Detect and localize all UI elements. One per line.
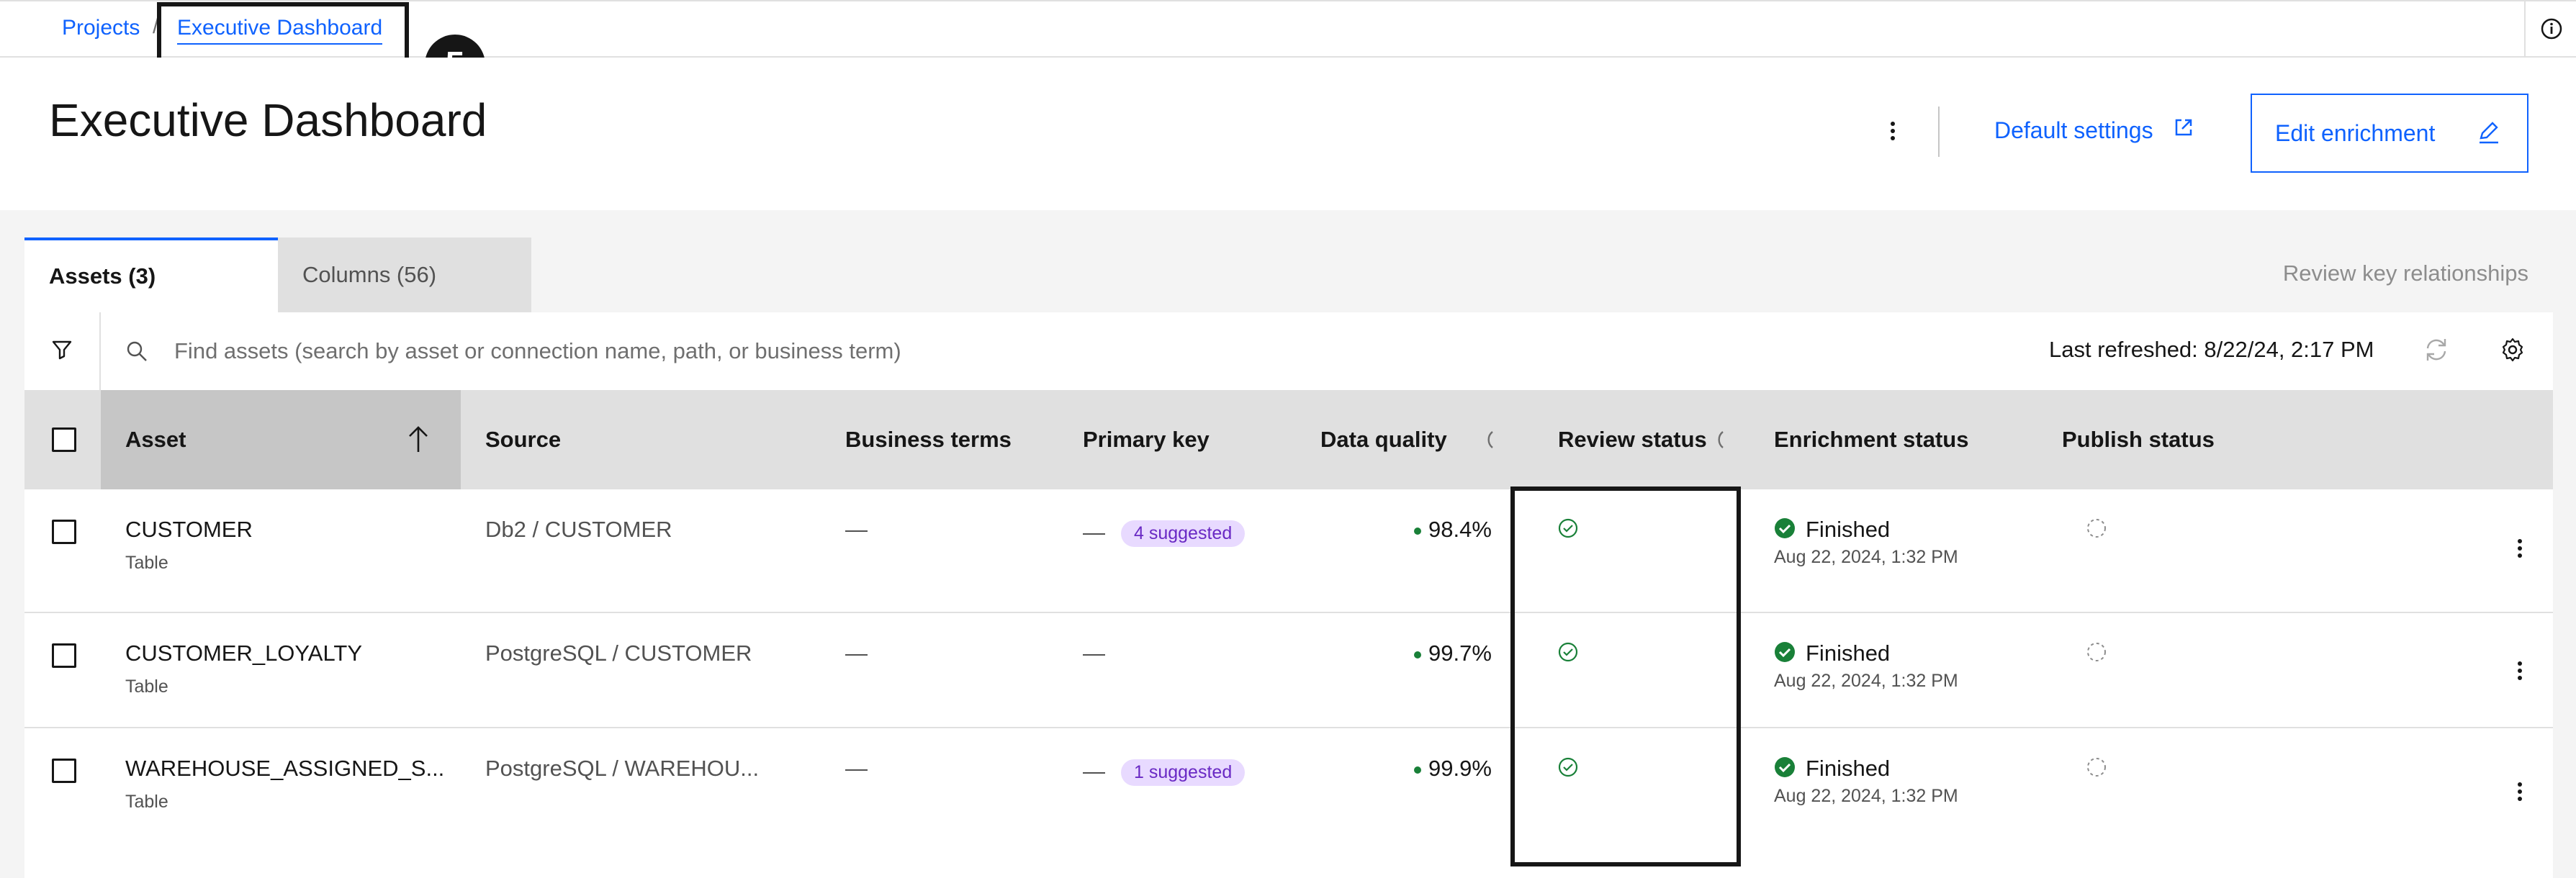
data-quality-cell: 99.9% xyxy=(1414,756,1492,782)
primary-key-cell: — 4 suggested xyxy=(1083,520,1246,548)
asset-name[interactable]: CUSTOMER_LOYALTY xyxy=(125,641,362,666)
enrichment-status-text: Finished xyxy=(1806,641,1891,666)
data-quality-value: 99.7% xyxy=(1428,641,1492,666)
checkmark-filled-icon xyxy=(1774,641,1796,669)
primary-key-value: — xyxy=(1083,520,1105,545)
asset-search-input[interactable] xyxy=(174,327,1974,376)
row-checkbox-cell xyxy=(52,643,76,668)
row-overflow-menu-icon[interactable] xyxy=(2514,779,2526,810)
filter-icon xyxy=(50,338,73,365)
launch-icon xyxy=(2172,116,2195,145)
checkmark-filled-icon xyxy=(1774,756,1796,784)
data-quality-cell: 99.7% xyxy=(1414,641,1492,666)
column-header-business-terms[interactable]: Business terms xyxy=(845,390,1012,489)
column-header-source[interactable]: Source xyxy=(485,390,561,489)
default-settings-button[interactable]: Default settings xyxy=(1994,105,2195,155)
pencil-icon xyxy=(2477,121,2501,151)
checkmark-outline-icon xyxy=(1557,517,1580,546)
row-overflow-menu-icon[interactable] xyxy=(2514,535,2526,567)
topbar-divider xyxy=(2524,1,2526,58)
suggested-tag[interactable]: 1 suggested xyxy=(1121,759,1246,787)
row-checkbox-cell xyxy=(52,759,76,783)
enrichment-status-text: Finished xyxy=(1806,756,1891,781)
checkmark-filled-icon xyxy=(1774,517,1796,545)
enrichment-date: Aug 22, 2024, 1:32 PM xyxy=(1774,786,1958,806)
breadcrumb-highlight-box xyxy=(157,2,409,65)
asset-name[interactable]: CUSTOMER xyxy=(125,517,253,543)
business-terms-value: — xyxy=(845,641,868,666)
review-status-info-icon[interactable] xyxy=(1715,390,1725,489)
page-header: Executive Dashboard Default settings Edi… xyxy=(0,58,2576,210)
gear-icon[interactable] xyxy=(2500,337,2526,366)
overflow-menu-icon[interactable] xyxy=(1882,117,1904,145)
checkmark-outline-icon xyxy=(1557,756,1580,784)
enrichment-status-text: Finished xyxy=(1806,517,1891,542)
business-terms-value: — xyxy=(845,517,868,542)
quality-status-dot xyxy=(1414,766,1421,774)
last-refreshed-text: Last refreshed: 8/22/24, 2:17 PM xyxy=(2049,337,2374,362)
table-row[interactable]: CUSTOMER_LOYALTY Table PostgreSQL / CUST… xyxy=(24,613,2553,728)
enrichment-status-cell: Finished xyxy=(1774,517,1890,545)
enrichment-date: Aug 22, 2024, 1:32 PM xyxy=(1774,671,1958,691)
column-header-asset[interactable]: Asset xyxy=(125,390,186,489)
row-checkbox-cell xyxy=(52,520,76,544)
circle-dash-icon xyxy=(2085,756,2108,784)
column-header-publish-status[interactable]: Publish status xyxy=(2062,390,2215,489)
data-quality-value: 98.4% xyxy=(1428,517,1492,542)
enrichment-status-cell: Finished xyxy=(1774,756,1890,784)
quality-status-dot xyxy=(1414,527,1421,535)
enrichment-date: Aug 22, 2024, 1:32 PM xyxy=(1774,547,1958,567)
edit-enrichment-button[interactable]: Edit enrichment xyxy=(2251,94,2528,173)
table-toolbar: Last refreshed: 8/22/24, 2:17 PM xyxy=(24,312,2553,390)
data-quality-value: 99.9% xyxy=(1428,756,1492,781)
filter-button[interactable] xyxy=(24,312,101,390)
row-checkbox[interactable] xyxy=(52,759,76,783)
select-all-checkbox[interactable] xyxy=(52,427,76,452)
search-icon xyxy=(125,340,148,366)
quality-status-dot xyxy=(1414,651,1421,658)
asset-name[interactable]: WAREHOUSE_ASSIGNED_S... xyxy=(125,756,444,782)
asset-type: Table xyxy=(125,676,168,697)
asset-type: Table xyxy=(125,553,168,573)
page-title: Executive Dashboard xyxy=(49,94,487,146)
checkmark-outline-icon xyxy=(1557,641,1580,669)
page: Projects / Executive Dashboard 5 Executi… xyxy=(0,0,2576,878)
tab-assets[interactable]: Assets (3) xyxy=(24,237,278,312)
data-quality-cell: 98.4% xyxy=(1414,517,1492,543)
table-row[interactable]: WAREHOUSE_ASSIGNED_S... Table PostgreSQL… xyxy=(24,728,2553,878)
circle-dash-icon xyxy=(2085,517,2108,546)
column-header-primary-key[interactable]: Primary key xyxy=(1083,390,1210,489)
asset-source: PostgreSQL / WAREHOU... xyxy=(485,756,760,781)
asset-source: Db2 / CUSTOMER xyxy=(485,517,672,542)
select-all-cell xyxy=(52,390,76,489)
column-header-review-status[interactable]: Review status xyxy=(1558,390,1707,489)
default-settings-label: Default settings xyxy=(1994,117,2153,143)
info-icon[interactable] xyxy=(2540,17,2563,40)
enrichment-status-cell: Finished xyxy=(1774,641,1890,669)
column-header-enrichment-status[interactable]: Enrichment status xyxy=(1774,390,1968,489)
primary-key-value: — xyxy=(1083,641,1105,666)
table-header-row: Asset Source Business terms Primary key … xyxy=(24,390,2553,489)
suggested-tag[interactable]: 4 suggested xyxy=(1121,520,1246,548)
header-divider xyxy=(1938,107,1940,157)
breadcrumb-projects-link[interactable]: Projects xyxy=(62,16,140,40)
tab-columns[interactable]: Columns (56) xyxy=(278,237,531,312)
row-checkbox[interactable] xyxy=(52,643,76,668)
data-quality-info-icon[interactable] xyxy=(1485,390,1495,489)
arrow-up-icon[interactable] xyxy=(406,425,431,457)
table-row[interactable]: CUSTOMER Table Db2 / CUSTOMER — — 4 sugge… xyxy=(24,489,2553,613)
review-key-relationships-link[interactable]: Review key relationships xyxy=(2283,261,2528,286)
primary-key-cell: — xyxy=(1083,641,1105,666)
asset-type: Table xyxy=(125,792,168,812)
row-checkbox[interactable] xyxy=(52,520,76,544)
circle-dash-icon xyxy=(2085,641,2108,669)
business-terms-value: — xyxy=(845,756,868,781)
refresh-icon[interactable] xyxy=(2422,335,2451,368)
primary-key-cell: — 1 suggested xyxy=(1083,759,1246,787)
edit-enrichment-label: Edit enrichment xyxy=(2275,119,2436,146)
asset-source: PostgreSQL / CUSTOMER xyxy=(485,641,752,666)
row-overflow-menu-icon[interactable] xyxy=(2514,658,2526,689)
column-header-data-quality[interactable]: Data quality xyxy=(1320,390,1447,489)
primary-key-value: — xyxy=(1083,759,1105,784)
